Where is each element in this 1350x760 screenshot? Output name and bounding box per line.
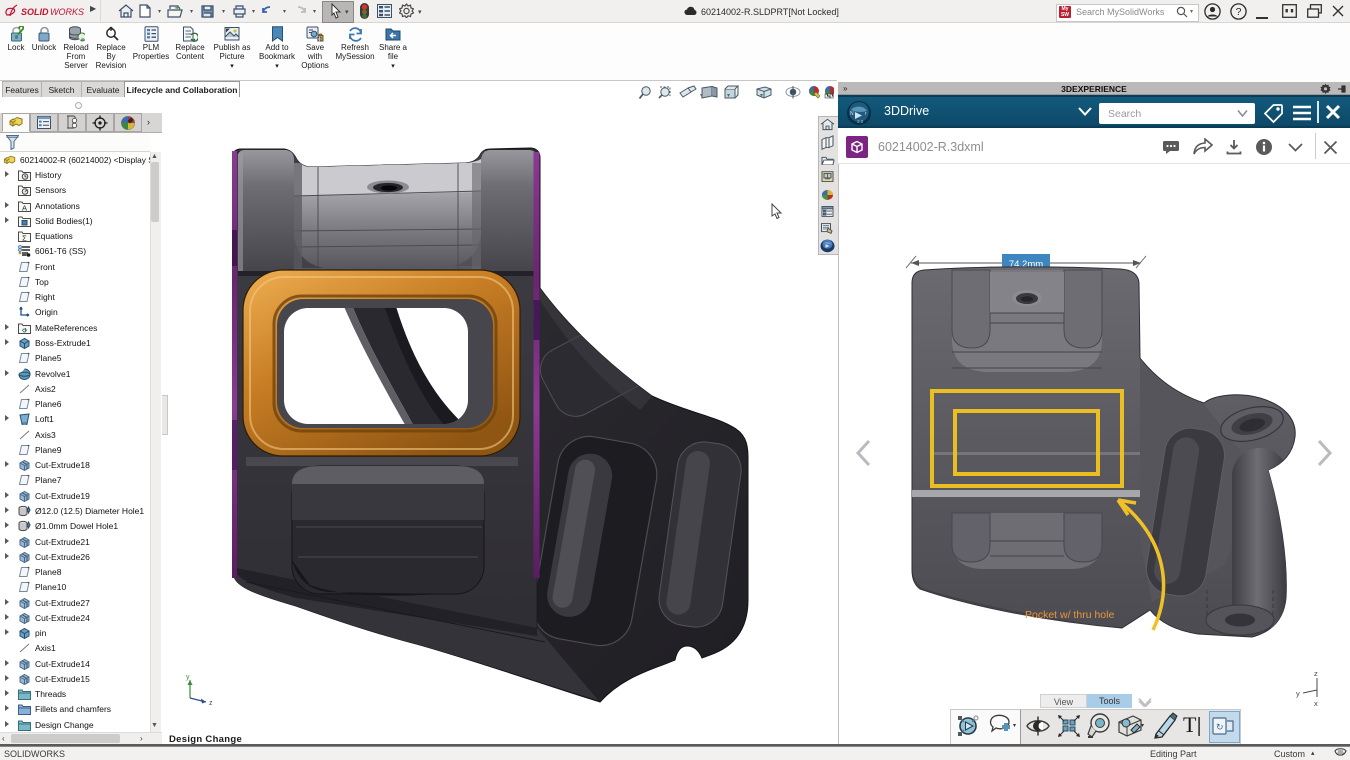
svg-text:Pocket w/ thru hole: Pocket w/ thru hole	[1025, 609, 1114, 621]
svg-text:↻: ↻	[1216, 722, 1224, 732]
svg-text:z: z	[1314, 669, 1318, 678]
svg-text:Σ: Σ	[22, 234, 27, 243]
svg-text:SOLID: SOLID	[21, 7, 49, 17]
svg-text:3.0: 3.0	[857, 119, 864, 124]
svg-text:WORKS: WORKS	[50, 7, 84, 17]
svg-text:N: N	[850, 111, 854, 117]
svg-text:A: A	[22, 203, 27, 212]
svg-text:?: ?	[1236, 6, 1242, 18]
svg-text:x: x	[1314, 699, 1318, 708]
svg-text:y: y	[1296, 689, 1300, 698]
